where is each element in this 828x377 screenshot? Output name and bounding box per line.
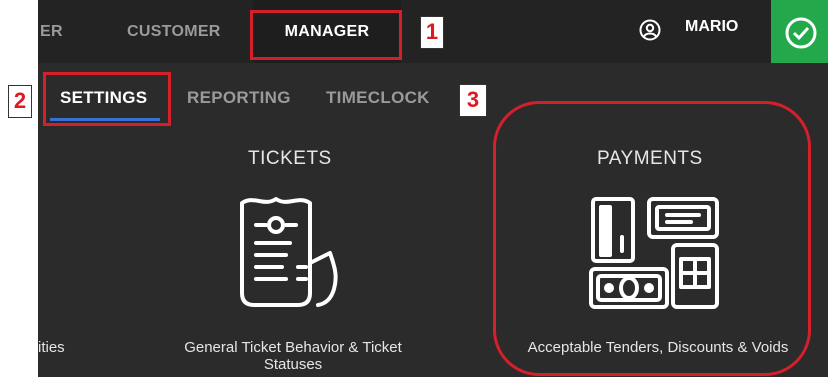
checkmark-icon bbox=[785, 17, 817, 49]
tab-customer[interactable]: CUSTOMER bbox=[127, 0, 221, 63]
confirm-button[interactable] bbox=[771, 0, 828, 63]
top-tab-partial[interactable]: ER bbox=[40, 0, 63, 63]
highlight-payments-tile bbox=[493, 101, 811, 376]
left-section-desc: ities bbox=[38, 339, 65, 356]
annotation-2: 2 bbox=[8, 85, 32, 118]
receipt-icon bbox=[240, 197, 338, 307]
tickets-desc: General Ticket Behavior & Ticket Statuse… bbox=[184, 339, 402, 373]
tab-timeclock[interactable]: TIMECLOCK bbox=[326, 88, 430, 108]
annotation-3: 3 bbox=[459, 84, 487, 117]
user-name[interactable]: MARIO bbox=[685, 18, 738, 36]
tickets-title: TICKETS bbox=[248, 148, 332, 169]
tab-reporting[interactable]: REPORTING bbox=[187, 88, 291, 108]
user-circle-icon[interactable] bbox=[639, 19, 661, 41]
highlight-settings-tab bbox=[43, 72, 171, 126]
highlight-manager-tab bbox=[250, 10, 402, 60]
annotation-1: 1 bbox=[420, 16, 444, 49]
